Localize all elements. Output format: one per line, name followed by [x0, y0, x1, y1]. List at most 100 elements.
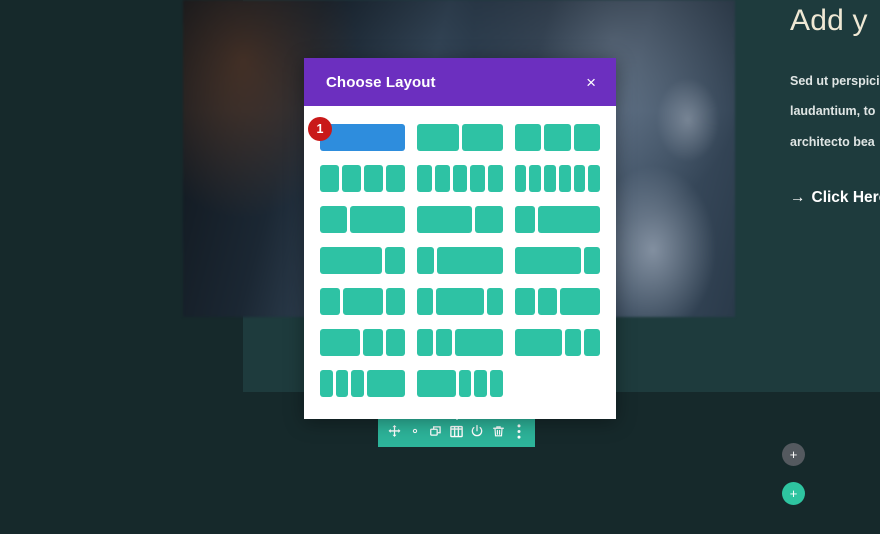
layout-column [417, 206, 473, 233]
text-column: Add y Sed ut perspici laudantium, to arc… [790, 0, 880, 207]
layout-column [455, 329, 503, 356]
layout-option-2-3-1-3[interactable] [417, 206, 503, 233]
layout-column [436, 288, 484, 315]
plus-icon: + [789, 447, 798, 462]
layout-column [489, 370, 503, 397]
body-paragraph: Sed ut perspici laudantium, to architect… [790, 66, 880, 158]
layout-column [486, 288, 503, 315]
layout-option-1-4-1-4-1-2[interactable] [514, 288, 601, 315]
layout-column [385, 329, 406, 356]
more-vertical-icon[interactable] [511, 423, 527, 439]
layout-column [320, 206, 348, 233]
layout-column [364, 165, 384, 192]
layout-column [514, 288, 535, 315]
layout-column [342, 288, 383, 315]
layout-column [350, 206, 406, 233]
layout-column [385, 288, 406, 315]
layout-column [488, 165, 503, 192]
paragraph-line-1: Sed ut perspici [790, 73, 880, 88]
layout-column [417, 124, 459, 151]
layout-column [514, 329, 563, 356]
layout-option-4-column[interactable] [320, 165, 406, 192]
layout-column [342, 165, 362, 192]
modal-body: 1 [304, 106, 616, 419]
page-title: Add y [790, 4, 868, 37]
layout-column [435, 165, 450, 192]
arrow-right-icon: → [790, 189, 806, 207]
layout-column [367, 370, 406, 397]
layout-column [417, 370, 456, 397]
layout-option-1-4-3-4[interactable] [514, 206, 601, 233]
layout-option-1-5-3-5-1-5[interactable] [417, 288, 503, 315]
gear-icon[interactable] [407, 423, 423, 439]
layout-column [436, 329, 453, 356]
layout-option-1-4-1-2-1-4[interactable] [320, 288, 406, 315]
layout-option-1-column[interactable]: 1 [308, 117, 406, 151]
layout-option-2-column[interactable] [417, 124, 503, 151]
choose-layout-modal: Choose Layout × 1 [304, 58, 616, 419]
layout-column [351, 370, 365, 397]
layout-column [386, 165, 406, 192]
paragraph-line-3: architecto bea [790, 134, 875, 149]
move-icon[interactable] [386, 423, 402, 439]
click-here-label: Click Here [811, 189, 880, 207]
layout-column [384, 247, 406, 274]
layout-option-1-3-2-3[interactable] [320, 206, 406, 233]
layout-column [573, 124, 601, 151]
layout-column [320, 370, 333, 397]
layout-column [558, 165, 571, 192]
layout-column [320, 165, 340, 192]
layout-column [461, 124, 503, 151]
click-here-link[interactable]: → Click Here [790, 189, 880, 207]
layout-column [320, 329, 360, 356]
layout-column [458, 370, 472, 397]
layout-column [588, 165, 600, 192]
layout-column [436, 247, 503, 274]
trash-icon[interactable] [490, 423, 506, 439]
layout-column [474, 370, 487, 397]
layout-column [417, 165, 432, 192]
plus-icon: + [789, 486, 798, 501]
layout-column [417, 329, 434, 356]
close-icon[interactable]: × [586, 74, 596, 91]
layout-column [514, 124, 542, 151]
duplicate-icon[interactable] [428, 423, 444, 439]
layout-option-5-column[interactable] [417, 165, 503, 192]
columns-icon[interactable] [448, 423, 464, 439]
layout-column [362, 329, 383, 356]
layout-option-1-2-1-4-1-4[interactable] [320, 329, 406, 356]
layout-option-1-5-4-5[interactable] [417, 247, 503, 274]
paragraph-line-2: laudantium, to [790, 104, 876, 119]
layout-option-6-column[interactable] [514, 165, 600, 192]
layout-column [560, 288, 601, 315]
layout-option-1-2-1-6-1-6-1-6[interactable] [417, 370, 503, 397]
layout-column [514, 206, 536, 233]
layout-column [584, 329, 601, 356]
layout-column [452, 165, 468, 192]
layout-column [537, 288, 558, 315]
step-number-badge: 1 [308, 117, 332, 141]
layout-option-4-5-1-5[interactable] [514, 247, 600, 274]
add-section-button[interactable]: + [782, 443, 805, 466]
layout-options-grid: 1 [308, 117, 601, 397]
layout-column [470, 165, 486, 192]
layout-option-3-4-1-4[interactable] [320, 247, 406, 274]
layout-column [538, 206, 601, 233]
layout-column [573, 165, 586, 192]
layout-column [529, 165, 542, 192]
layout-column [565, 329, 582, 356]
modal-title: Choose Layout [326, 73, 436, 91]
layout-column [514, 247, 581, 274]
modal-pointer [443, 405, 471, 420]
layout-column [544, 124, 571, 151]
layout-column [514, 165, 527, 192]
layout-column [335, 370, 349, 397]
modal-header: Choose Layout × [304, 58, 616, 106]
layout-column [320, 247, 382, 274]
layout-option-1-6-1-6-1-6-1-2[interactable] [320, 370, 406, 397]
layout-option-1-5-1-5-3-5[interactable] [417, 329, 503, 356]
add-row-button[interactable]: + [782, 482, 805, 505]
layout-option-3-5-1-5-1-5[interactable] [514, 329, 601, 356]
power-icon[interactable] [469, 423, 485, 439]
layout-option-3-column[interactable] [514, 124, 601, 151]
